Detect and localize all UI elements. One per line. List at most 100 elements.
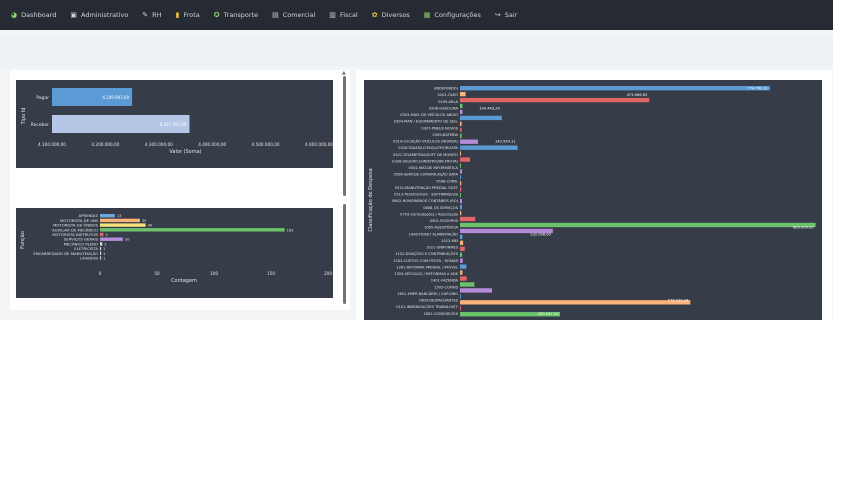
- data-label: 104.443,24: [479, 106, 500, 110]
- nav-frota[interactable]: ▮ Frota: [169, 0, 207, 30]
- nav-sair[interactable]: ↪ Sair: [488, 0, 524, 30]
- data-label: 4.249.997,00: [102, 95, 129, 100]
- bar-despesa: [460, 169, 462, 174]
- card-funcao-scrollbar[interactable]: [343, 204, 346, 304]
- nav-diversos[interactable]: ✿ Diversos: [365, 0, 417, 30]
- chart-tipo-id: Pagar 4.249.997,00 Receber 4.357.457,00 4.10…: [21, 88, 333, 155]
- card-despesa: (INDEFINIDO) 0201-ÓLEO 0209-ARLA 0208-GASOL…: [356, 70, 832, 320]
- bar-funcao: [100, 223, 146, 227]
- x-tick-label: 150: [267, 271, 275, 276]
- category-label: 1102-DOAÇÕES E CONTRIBUIÇÕES: [395, 251, 458, 256]
- card-tipo-id-scrollbar[interactable]: [343, 76, 346, 196]
- nav-admin[interactable]: ▣ Administrativo: [63, 0, 135, 30]
- card-funcao: APRENDIZ 13 MOTORISTA DE VAN 35 MOTORISTA DE…: [10, 200, 350, 310]
- x-tick-label: 4.100.000,00: [38, 142, 66, 147]
- category-label: 0201-ÓLEO: [438, 92, 459, 97]
- category-label: 0314-LOCAÇÃO VEÍCULOS (NOVIDA): [393, 139, 459, 144]
- nav-fiscal[interactable]: ▥ Fiscal: [322, 0, 364, 30]
- bar-despesa: [460, 139, 478, 144]
- bar-despesa: [460, 258, 463, 263]
- bar-despesa: [460, 133, 462, 138]
- category-label: 0513-TECNOLOGIA - SOFTWARE/SIS: [394, 193, 459, 197]
- category-label: 1202-CUSTOS COM FROTA - ROMAR: [393, 259, 458, 263]
- nav-dashboard[interactable]: ◕ Dashboard: [4, 0, 63, 30]
- data-label: 889.000,00: [793, 226, 814, 230]
- bar-despesa: [460, 157, 470, 162]
- transporte-icon: ✪: [213, 10, 220, 19]
- bar-despesa: [460, 181, 462, 186]
- data-label: 774.761,91: [747, 87, 768, 91]
- bar-despesa: [460, 300, 691, 305]
- bar-despesa: [460, 151, 461, 156]
- x-tick-label: 4.500.000,00: [252, 142, 280, 147]
- configuracoes-icon: ▦: [423, 10, 431, 19]
- x-tick-label: 4.300.000,00: [145, 142, 173, 147]
- x-tick-label: 200: [324, 271, 332, 276]
- bar-despesa: [460, 294, 461, 299]
- data-label: 250.947,24: [538, 312, 559, 316]
- category-label: LAVADOR: [80, 256, 98, 261]
- category-label: 0506-SERV.DE COMUNICAÇÃO DATA: [394, 172, 459, 177]
- bar-despesa: [460, 97, 650, 103]
- chart-funcao: APRENDIZ 13MOTORISTA DE VAN 35MOTORISTA DE…: [20, 213, 332, 284]
- data-label: 575.939,36: [668, 299, 689, 303]
- nav-transporte[interactable]: ✪ Transporte: [207, 0, 265, 30]
- x-tick-label: 4.400.000,00: [198, 142, 226, 147]
- category-label: 0326-SEGURO (SINISTRO/DR.FROTA): [392, 159, 458, 163]
- data-label: 3: [105, 233, 107, 237]
- category-label: Pagar: [36, 95, 49, 101]
- x-axis-label: Contagem: [171, 278, 197, 284]
- category-label: 1005-ASSISTÊNCIA: [424, 225, 458, 230]
- category-label: Receber: [31, 122, 50, 128]
- panel-tipo-id: Pagar 4.249.997,00 Receber 4.357.457,00 4.10…: [16, 80, 333, 168]
- bar-despesa: [460, 282, 475, 287]
- bar-funcao: [100, 251, 102, 255]
- category-label: 1261-REFORMA PREDIAL / IMÓVEL: [396, 264, 458, 269]
- card-tipo-id: Pagar 4.249.997,00 Receber 4.357.457,00 4.10…: [10, 70, 350, 200]
- category-label: 1013-MEI: [441, 239, 458, 243]
- x-tick-label: 50: [154, 271, 160, 276]
- nav-configuracoes[interactable]: ▦ Configurações: [417, 0, 488, 30]
- bar-funcao: [100, 242, 103, 246]
- category-label: 0510-MANUTENÇÃO PREDIAL FILET: [395, 185, 459, 190]
- bar-despesa: [460, 109, 463, 115]
- bar-funcao: [100, 228, 285, 232]
- nav-comercial[interactable]: ▤ Comercial: [265, 0, 322, 30]
- bar-funcao: [100, 237, 123, 241]
- bar-despesa: [460, 127, 462, 132]
- bar-despesa: [460, 187, 462, 192]
- bar-funcao: [100, 218, 140, 223]
- sair-icon: ↪: [494, 10, 501, 19]
- bar-despesa: [460, 264, 467, 269]
- nav-item-label: Sair: [504, 11, 518, 19]
- category-label: 0608-ÓS SERVIÇOS: [423, 205, 459, 210]
- category-label: 0101-INDENIZAÇÕES TRABALHIST.: [396, 304, 458, 309]
- data-label: 40: [148, 224, 153, 228]
- data-label: 1: [103, 252, 105, 256]
- y-axis-label: Classificação de Despesa: [368, 168, 374, 231]
- category-label: 0309-BATERIA: [433, 133, 459, 137]
- category-label: 0316-TAXAS/LICENÇA/TRF/ROAPA: [398, 146, 458, 150]
- data-label: 473.066,63: [627, 93, 648, 97]
- bar-despesa: [460, 103, 463, 109]
- bar-funcao: [100, 256, 102, 260]
- category-label: 0303-MAN. DE VEÍCULOS ABOIO: [400, 112, 458, 117]
- data-label: 232.098,00: [530, 232, 551, 236]
- bar-despesa: [460, 276, 467, 281]
- nav-item-label: RH: [152, 11, 162, 19]
- bar-despesa: [460, 86, 770, 91]
- nav-rh[interactable]: ✎ RH: [135, 0, 168, 30]
- category-label: 0602-HONORÁRIOS CONTÁBEIS (RO): [392, 198, 458, 203]
- data-label: 162: [287, 228, 294, 232]
- data-label: 13: [117, 214, 122, 218]
- nav-item-label: Diversos: [381, 11, 410, 19]
- category-label: 0307-PNEUS NOVOS: [421, 126, 458, 130]
- comercial-icon: ▤: [272, 10, 279, 19]
- data-label: 20: [125, 238, 130, 242]
- subheader-strip: [0, 30, 833, 37]
- bar-funcao: [100, 246, 102, 251]
- fiscal-icon: ▥: [329, 10, 336, 19]
- x-axis-label: Valor (Soma): [169, 149, 201, 155]
- bar-despesa: [460, 252, 462, 257]
- x-tick-label: 4.200.000,00: [91, 142, 119, 147]
